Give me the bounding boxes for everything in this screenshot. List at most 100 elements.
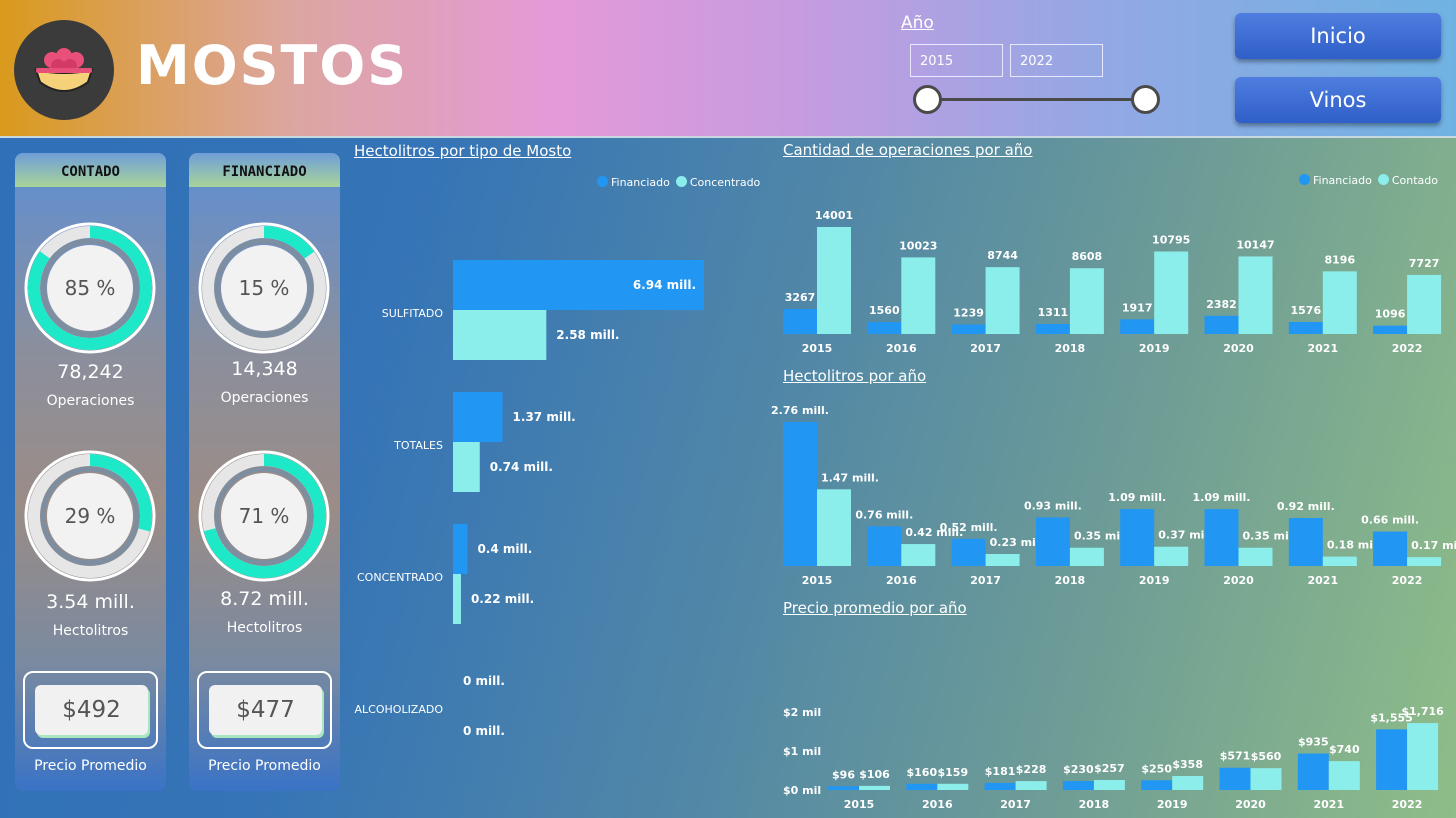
- price-label: Precio Promedio: [34, 758, 147, 774]
- price-label: Precio Promedio: [208, 758, 321, 774]
- bar-financiado: [1035, 323, 1070, 334]
- data-label: 1239: [953, 307, 984, 320]
- legend-dot-icon: [675, 176, 687, 187]
- year-slider-end-handle[interactable]: [1131, 85, 1160, 114]
- card-header: CONTADO: [15, 153, 166, 187]
- data-label: 8744: [987, 249, 1018, 262]
- bar-contado: [1407, 723, 1439, 790]
- bar-financiado: [867, 322, 902, 334]
- bar-financiado: [1373, 325, 1408, 334]
- hl-total: 8.72 mill.: [220, 588, 309, 610]
- data-label: 1576: [1290, 304, 1321, 317]
- ops-percent-gauge: 15 %: [198, 222, 330, 354]
- bar-contado: [985, 554, 1020, 566]
- data-label: $160: [906, 766, 937, 779]
- category-label: TOTALES: [393, 439, 443, 452]
- data-label: 1.47 mill.: [821, 471, 879, 484]
- data-label: 1.09 mill.: [1193, 491, 1251, 504]
- hl-total: 3.54 mill.: [46, 591, 135, 613]
- data-label: 0.93 mill.: [1024, 499, 1082, 512]
- year-slider-track[interactable]: [928, 98, 1146, 101]
- bar-financiado: [1373, 531, 1408, 566]
- bar-contado: [985, 267, 1020, 334]
- bar-contado: [937, 783, 969, 790]
- price-year-chart: $0 mil $1 mil $2 mil $96 $106 2015 $160 $159 201…: [783, 705, 1444, 811]
- bar-concentrado: [453, 310, 547, 360]
- bar-concentrado: [453, 574, 461, 624]
- y-tick-label: $0 mil: [783, 784, 821, 797]
- bar-concentrado: [453, 442, 480, 492]
- legend-financiado: Financiado: [1299, 174, 1372, 187]
- inicio-button[interactable]: Inicio: [1235, 13, 1441, 59]
- x-tick-label: 2018: [1079, 798, 1110, 811]
- y-tick-label: $1 mil: [783, 745, 821, 758]
- x-tick-label: 2019: [1139, 574, 1170, 587]
- data-label: 14001: [815, 209, 853, 222]
- financiado-card: FINANCIADO 15 % 14,348 Operaciones 71 % …: [189, 153, 340, 791]
- data-label: 10147: [1236, 238, 1274, 251]
- bar-contado: [817, 489, 851, 566]
- category-label: CONCENTRADO: [357, 571, 443, 584]
- ops-year-chart-title: Cantidad de operaciones por año: [783, 141, 1033, 159]
- gauge-value: 15 %: [239, 276, 290, 300]
- data-label: $106: [859, 768, 890, 781]
- data-label: $1,716: [1401, 705, 1444, 718]
- data-label: 2.58 mill.: [556, 328, 619, 342]
- vinos-button[interactable]: Vinos: [1235, 77, 1441, 123]
- data-label: 3267: [785, 291, 816, 304]
- bar-financiado: [906, 783, 938, 790]
- hl-year-chart: 2.76 mill.1.47 mill.20150.76 mill.0.42 m…: [771, 404, 1456, 587]
- price-value: $492: [35, 685, 148, 735]
- data-label: 10795: [1152, 234, 1190, 247]
- price-box: $477: [197, 671, 332, 749]
- hl-label: Hectolitros: [226, 620, 303, 636]
- x-tick-label: 2017: [970, 342, 1001, 355]
- hl-percent-gauge: 71 %: [198, 450, 330, 582]
- data-label: $358: [1172, 758, 1203, 771]
- bar-financiado: [453, 524, 468, 574]
- data-label: $935: [1298, 736, 1329, 749]
- x-tick-label: 2015: [802, 574, 833, 587]
- data-label: 0.74 mill.: [490, 460, 553, 474]
- x-tick-label: 2015: [844, 798, 875, 811]
- bar-contado: [1407, 274, 1442, 334]
- legend-dot-icon: [1377, 174, 1389, 185]
- bar-financiado: [1297, 753, 1329, 790]
- bar-contado: [1015, 781, 1047, 790]
- x-tick-label: 2021: [1307, 342, 1338, 355]
- x-tick-label: 2018: [1055, 574, 1086, 587]
- legend-financiado: Financiado: [597, 176, 670, 189]
- bar-contado: [1172, 776, 1204, 790]
- data-label: 6.94 mill.: [633, 278, 696, 292]
- ops-label: Operaciones: [46, 393, 135, 409]
- data-label: $181: [985, 765, 1016, 778]
- data-label: 0.22 mill.: [471, 592, 534, 606]
- data-label: 1.09 mill.: [1108, 491, 1166, 504]
- year-to-input[interactable]: 2022: [1010, 44, 1103, 77]
- grapes-bowl-icon: [14, 20, 114, 120]
- bar-contado: [1154, 251, 1189, 334]
- bar-contado: [1154, 546, 1189, 566]
- bar-financiado: [1141, 780, 1173, 790]
- year-from-input[interactable]: 2015: [910, 44, 1003, 77]
- gauge-value: 71 %: [239, 504, 290, 528]
- hl-label: Hectolitros: [52, 623, 129, 639]
- bar-financiado: [867, 526, 902, 566]
- x-tick-label: 2016: [922, 798, 953, 811]
- card-header: FINANCIADO: [189, 153, 340, 187]
- gauge-value: 29 %: [65, 504, 116, 528]
- bar-financiado: [1035, 517, 1070, 566]
- bar-contado: [901, 544, 936, 566]
- y-tick-label: $2 mil: [783, 706, 821, 719]
- ops-count: 78,242: [57, 361, 124, 383]
- bar-contado: [1322, 271, 1357, 334]
- year-filter-label: Año: [901, 13, 934, 33]
- data-label: 0.52 mill.: [940, 521, 998, 534]
- bar-contado: [1407, 557, 1442, 566]
- year-slider-start-handle[interactable]: [913, 85, 942, 114]
- bar-financiado: [1288, 321, 1323, 334]
- bar-financiado: [1376, 729, 1408, 790]
- x-tick-label: 2022: [1392, 798, 1423, 811]
- x-tick-label: 2015: [802, 342, 833, 355]
- price-value: $477: [209, 685, 322, 735]
